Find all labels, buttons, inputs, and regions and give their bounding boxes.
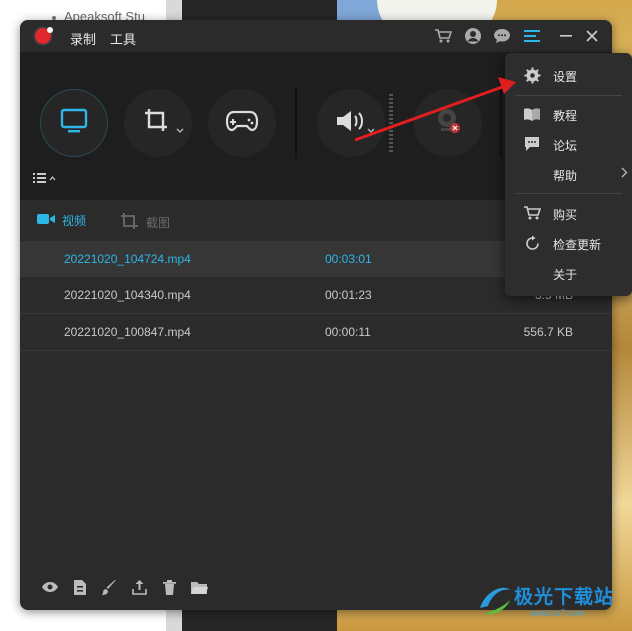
menu-divider <box>515 193 622 194</box>
menu-item-tutorial-label: 教程 <box>553 109 578 123</box>
menu-item-forum-label: 论坛 <box>553 139 578 153</box>
menu-item-help-label: 帮助 <box>553 169 578 183</box>
audio-system-button[interactable] <box>317 89 385 157</box>
cart-icon <box>523 204 541 222</box>
watermark: 极光下载站 www.xz7.com <box>474 578 624 624</box>
close-icon[interactable] <box>582 27 602 45</box>
main-dropdown-menu: 设置 教程 论坛 帮助 购买 检查更新 关于 <box>505 53 632 296</box>
tab-video-label: 视频 <box>62 214 87 228</box>
file-name: 20221020_104340.mp4 <box>64 288 191 302</box>
watermark-logo-icon <box>480 587 510 615</box>
speaker-icon <box>334 108 368 138</box>
game-record-button[interactable] <box>208 89 276 157</box>
edit-brush-icon[interactable] <box>100 578 118 596</box>
title-bar: 录制 工具 <box>20 20 612 52</box>
gamepad-icon <box>225 109 259 137</box>
file-duration: 00:03:01 <box>325 252 372 266</box>
menu-item-forum[interactable]: 论坛 <box>505 129 632 159</box>
delete-trash-icon[interactable] <box>160 578 178 596</box>
file-info-icon[interactable] <box>71 578 89 596</box>
menu-item-check-update-label: 检查更新 <box>553 238 602 252</box>
chat-icon[interactable] <box>492 27 512 45</box>
video-camera-icon <box>36 212 56 229</box>
tab-video[interactable]: 视频 <box>36 212 86 229</box>
toolbar-divider <box>500 88 502 158</box>
open-folder-icon[interactable] <box>190 578 208 596</box>
crop-icon <box>120 212 140 233</box>
chat-icon <box>523 135 541 153</box>
share-upload-icon[interactable] <box>130 578 148 596</box>
file-name: 20221020_100847.mp4 <box>64 325 191 339</box>
crop-region-button[interactable] <box>124 89 192 157</box>
menu-item-tutorial[interactable]: 教程 <box>505 99 632 129</box>
watermark-url: www.xz7.com <box>530 608 586 618</box>
file-duration: 00:01:23 <box>325 288 372 302</box>
file-size: 556.7 KB <box>523 325 573 339</box>
chevron-down-icon[interactable] <box>367 119 375 138</box>
gear-icon <box>523 66 541 84</box>
menu-icon[interactable] <box>522 27 542 45</box>
file-row[interactable]: 20221020_100847.mp4 00:00:11 556.7 KB <box>20 314 612 350</box>
menu-item-check-update[interactable]: 检查更新 <box>505 228 632 258</box>
toolbar-divider <box>295 88 297 158</box>
menu-record[interactable]: 录制 <box>70 29 96 48</box>
webcam-button[interactable] <box>414 89 482 157</box>
file-duration: 00:00:11 <box>325 325 371 339</box>
menu-item-buy[interactable]: 购买 <box>505 198 632 228</box>
tab-screenshot-label: 截图 <box>146 216 171 230</box>
app-logo-icon <box>35 27 53 44</box>
menu-divider <box>515 95 622 96</box>
menu-item-about-label: 关于 <box>553 268 578 282</box>
refresh-icon <box>523 234 541 252</box>
cart-icon[interactable] <box>433 27 453 45</box>
menu-tools[interactable]: 工具 <box>110 29 136 48</box>
preview-eye-icon[interactable] <box>41 578 59 596</box>
chevron-down-icon[interactable] <box>176 119 184 138</box>
monitor-icon <box>60 108 88 138</box>
menu-item-about[interactable]: 关于 <box>505 258 632 288</box>
chevron-right-icon <box>621 167 628 181</box>
watermark-text: 极光下载站 <box>514 586 615 608</box>
screen-record-button[interactable] <box>40 89 108 157</box>
list-toggle-button[interactable] <box>32 170 58 189</box>
tab-screenshot[interactable]: 截图 <box>120 212 170 233</box>
file-name: 20221020_104724.mp4 <box>64 252 191 266</box>
menu-item-settings-label: 设置 <box>553 70 578 84</box>
menu-item-help[interactable]: 帮助 <box>505 159 632 189</box>
book-icon <box>523 105 541 123</box>
menu-item-settings[interactable]: 设置 <box>505 60 632 90</box>
audio-level-meter <box>389 94 393 154</box>
crop-icon <box>143 107 173 139</box>
user-icon[interactable] <box>463 27 483 45</box>
menu-item-buy-label: 购买 <box>553 208 578 222</box>
minimize-icon[interactable] <box>556 27 576 45</box>
row-divider <box>20 350 612 351</box>
webcam-off-icon <box>433 106 463 140</box>
